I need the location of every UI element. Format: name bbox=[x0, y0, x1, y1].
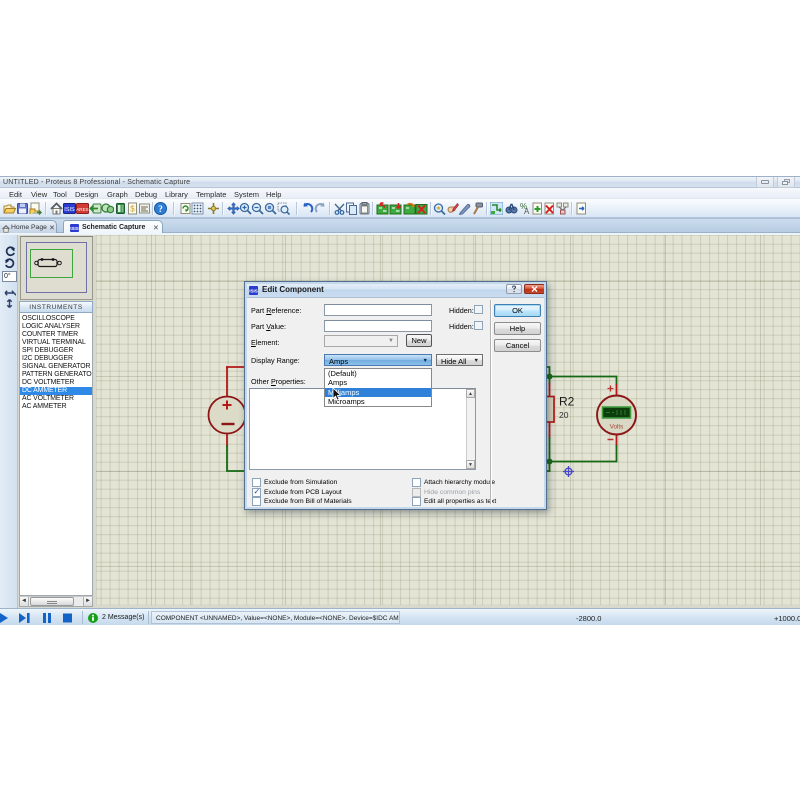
svg-text:?: ? bbox=[158, 204, 163, 214]
svg-text:Volts: Volts bbox=[610, 424, 624, 431]
svg-text:ISIS: ISIS bbox=[64, 207, 75, 213]
svg-text:20: 20 bbox=[559, 410, 569, 420]
svg-text:ISIS: ISIS bbox=[70, 226, 79, 231]
svg-text:ISIS: ISIS bbox=[249, 288, 258, 293]
svg-text:A: A bbox=[524, 207, 530, 215]
svg-text:ARES: ARES bbox=[76, 207, 89, 212]
svg-text:R2: R2 bbox=[559, 395, 575, 409]
svg-text:$: $ bbox=[130, 205, 135, 214]
